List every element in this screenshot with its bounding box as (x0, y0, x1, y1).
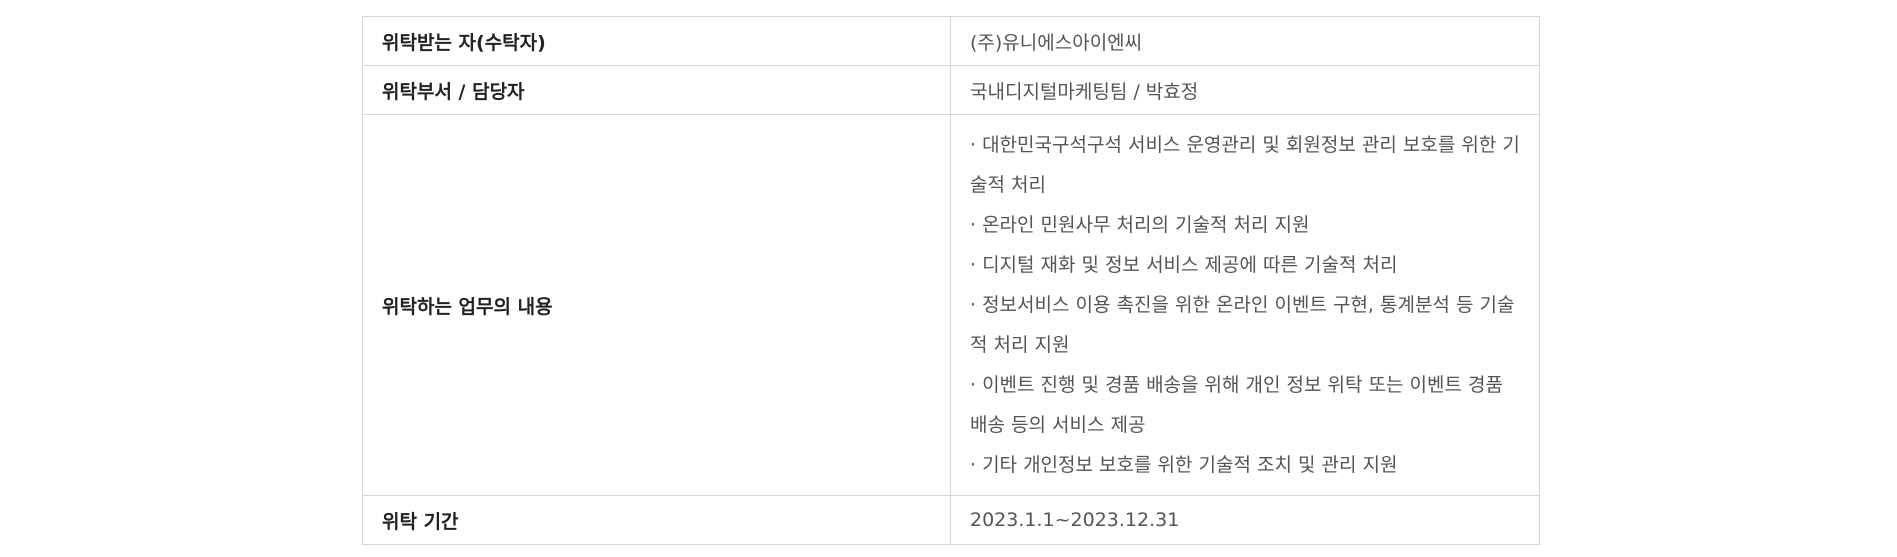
list-item: · 디지털 재화 및 정보 서비스 제공에 따른 기술적 처리 (970, 254, 1398, 276)
row-label: 위탁받는 자(수탁자) (362, 16, 951, 66)
list-item: · 기타 개인정보 보호를 위한 기술적 조치 및 관리 지원 (970, 454, 1398, 476)
list-item: · 정보서비스 이용 촉진을 위한 온라인 이벤트 구현, 통계분석 등 기술적… (970, 294, 1515, 356)
list-item: · 이벤트 진행 및 경품 배송을 위해 개인 정보 위탁 또는 이벤트 경품 … (970, 374, 1503, 436)
row-value: 2023.1.1~2023.12.31 (950, 495, 1540, 545)
row-label: 위탁하는 업무의 내용 (362, 114, 951, 496)
consignment-table-container: 위탁받는 자(수탁자) (주)유니에스아이엔씨 위탁부서 / 담당자 국내디지털… (362, 16, 1540, 545)
list-item: · 온라인 민원사무 처리의 기술적 처리 지원 (970, 214, 1310, 236)
table-row-consignee: 위탁받는 자(수탁자) (주)유니에스아이엔씨 (362, 16, 1540, 66)
row-label: 위탁 기간 (362, 495, 951, 545)
table-row-duties: 위탁하는 업무의 내용 · 대한민국구석구석 서비스 운영관리 및 회원정보 관… (362, 114, 1540, 496)
row-value: 국내디지털마케팅팀 / 박효정 (950, 65, 1540, 115)
row-value: (주)유니에스아이엔씨 (950, 16, 1540, 66)
list-item: · 대한민국구석구석 서비스 운영관리 및 회원정보 관리 보호를 위한 기술적… (970, 134, 1520, 196)
table-row-department: 위탁부서 / 담당자 국내디지털마케팅팀 / 박효정 (362, 65, 1540, 115)
consignment-info-table: 위탁받는 자(수탁자) (주)유니에스아이엔씨 위탁부서 / 담당자 국내디지털… (362, 16, 1540, 545)
row-label: 위탁부서 / 담당자 (362, 65, 951, 115)
duties-list: · 대한민국구석구석 서비스 운영관리 및 회원정보 관리 보호를 위한 기술적… (970, 116, 1520, 494)
row-value: · 대한민국구석구석 서비스 운영관리 및 회원정보 관리 보호를 위한 기술적… (950, 114, 1540, 496)
table-row-period: 위탁 기간 2023.1.1~2023.12.31 (362, 495, 1540, 545)
